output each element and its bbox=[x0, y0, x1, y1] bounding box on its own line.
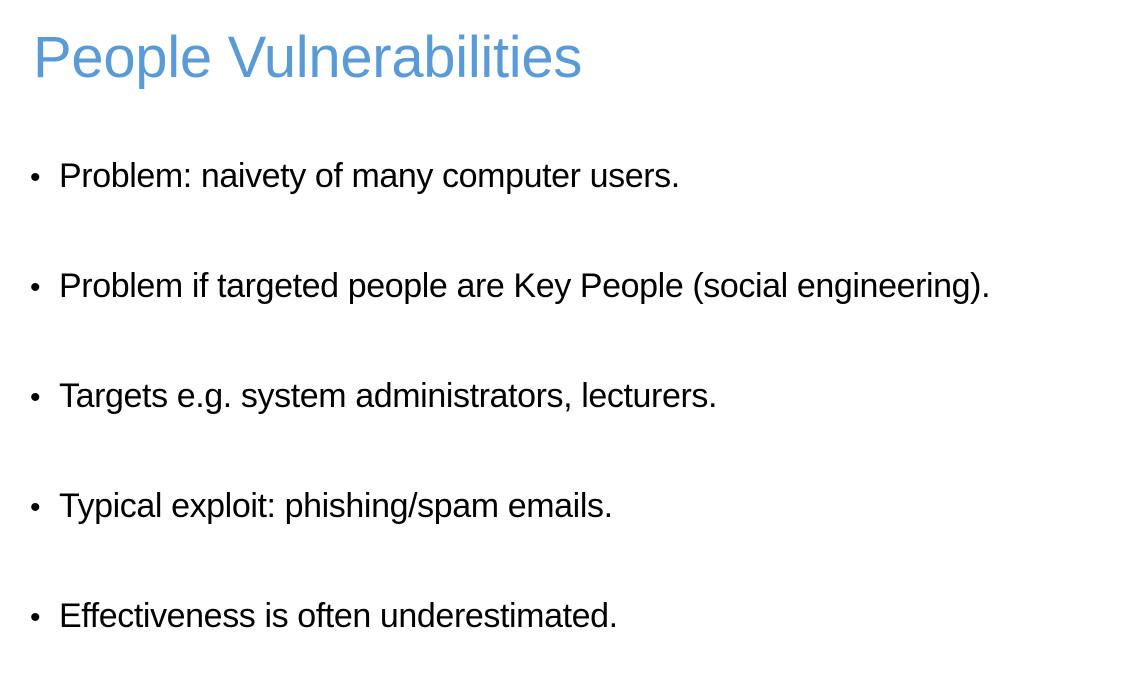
bullet-list: • Problem: naivety of many computer user… bbox=[30, 140, 1135, 690]
bullet-point-icon: • bbox=[30, 271, 41, 304]
bullet-item: • Targets e.g. system administrators, le… bbox=[30, 360, 1135, 470]
slide: People Vulnerabilities • Problem: naivet… bbox=[0, 0, 1141, 688]
bullet-text: Typical exploit: phishing/spam emails. bbox=[59, 487, 613, 525]
bullet-text: Targets e.g. system administrators, lect… bbox=[59, 377, 718, 415]
bullet-point-icon: • bbox=[30, 491, 41, 524]
slide-title: People Vulnerabilities bbox=[33, 25, 583, 90]
bullet-point-icon: • bbox=[30, 601, 41, 634]
bullet-text: Effectiveness is often underestimated. bbox=[59, 597, 618, 635]
bullet-item: • Typical exploit: phishing/spam emails. bbox=[30, 470, 1135, 580]
bullet-item: • Problem: naivety of many computer user… bbox=[30, 140, 1135, 250]
bullet-item: • Problem if targeted people are Key Peo… bbox=[30, 250, 1135, 360]
bullet-text: Problem: naivety of many computer users. bbox=[59, 157, 680, 195]
bullet-item: • Effectiveness is often underestimated. bbox=[30, 580, 1135, 690]
bullet-text: Problem if targeted people are Key Peopl… bbox=[59, 267, 991, 305]
bullet-point-icon: • bbox=[30, 381, 41, 414]
bullet-point-icon: • bbox=[30, 161, 41, 194]
